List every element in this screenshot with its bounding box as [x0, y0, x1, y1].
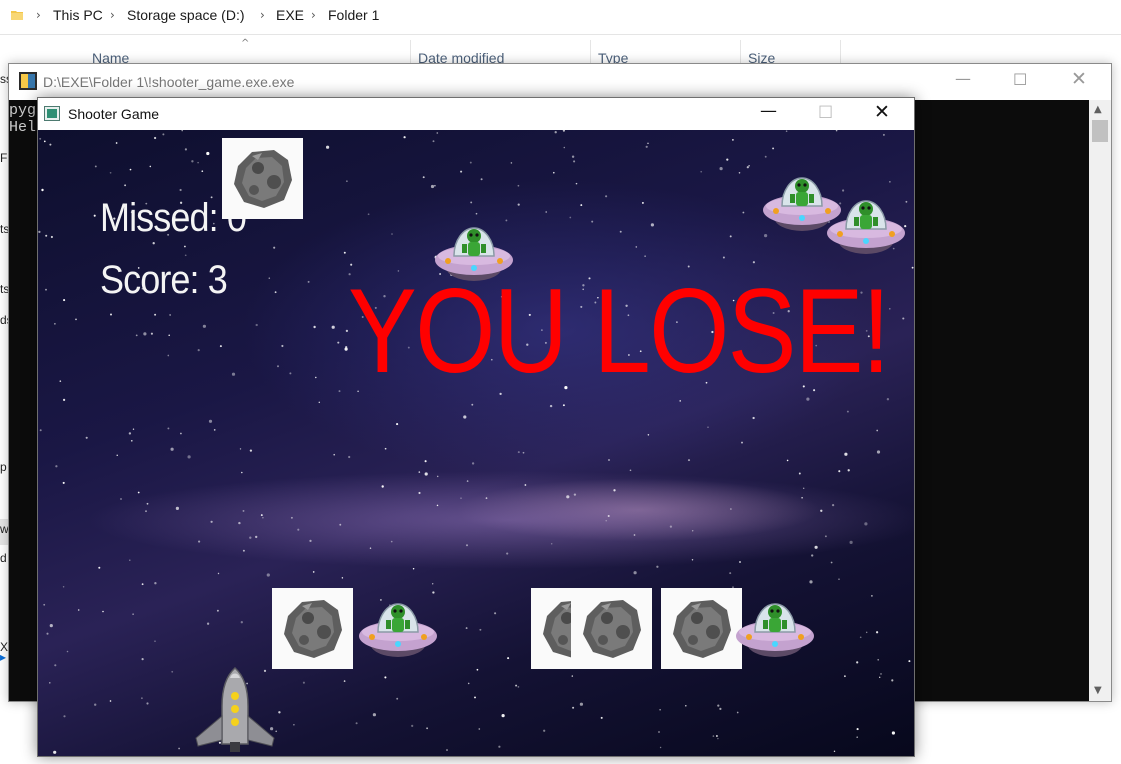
- nav-fragment[interactable]: X: [0, 640, 8, 654]
- folder-icon: [11, 11, 23, 20]
- chevron-right-icon[interactable]: ›: [36, 8, 41, 22]
- nav-fragment[interactable]: F: [0, 151, 7, 165]
- scrollbar[interactable]: ▲ ▼: [1089, 100, 1111, 701]
- maximize-icon[interactable]: ☐: [1013, 70, 1027, 89]
- chevron-right-icon[interactable]: ›: [260, 8, 265, 22]
- game-window-title: Shooter Game: [68, 106, 160, 122]
- breadcrumb-storage[interactable]: Storage space (D:): [127, 7, 245, 23]
- minimize-icon[interactable]: —: [760, 101, 777, 121]
- scroll-down-icon[interactable]: ▼: [1094, 685, 1102, 696]
- rocket-icon: [195, 666, 275, 752]
- minimize-icon[interactable]: —: [955, 69, 971, 88]
- breadcrumb-exe[interactable]: EXE: [276, 7, 304, 23]
- scroll-up-icon[interactable]: ▲: [1094, 104, 1102, 115]
- chevron-right-icon[interactable]: ›: [110, 8, 115, 22]
- ufo-icon: [826, 200, 906, 255]
- divider: [0, 34, 1121, 35]
- game-window: Shooter Game — ☐ ✕ Missed: 0 Score: 3 YO…: [37, 97, 915, 757]
- ufo-icon: [434, 227, 514, 282]
- close-icon[interactable]: ✕: [1071, 68, 1087, 90]
- close-icon[interactable]: ✕: [874, 101, 890, 123]
- breadcrumb-folder-1[interactable]: Folder 1: [328, 7, 379, 23]
- console-line: Hel: [9, 119, 37, 136]
- console-title: D:\EXE\Folder 1\!shooter_game.exe.exe: [43, 74, 295, 90]
- asteroid-icon: [661, 588, 742, 669]
- pygame-window-icon: [44, 106, 60, 121]
- score-counter: Score: 3: [100, 258, 228, 302]
- maximize-icon: ☐: [818, 103, 834, 123]
- nav-fragment[interactable]: p: [0, 460, 7, 474]
- breadcrumb-this-pc[interactable]: This PC: [53, 7, 103, 23]
- sort-ascending-icon: ^: [241, 38, 250, 49]
- column-divider[interactable]: [840, 40, 841, 64]
- column-divider[interactable]: [740, 40, 741, 64]
- ufo-icon: [735, 603, 815, 658]
- game-over-message: YOU LOSE!: [348, 264, 891, 398]
- nav-fragment[interactable]: d: [0, 551, 7, 565]
- chevron-right-icon[interactable]: ›: [311, 8, 316, 22]
- python-app-icon: [19, 72, 37, 90]
- asteroid-icon: [571, 588, 652, 669]
- game-canvas[interactable]: Missed: 0 Score: 3 YOU LOSE!: [38, 130, 914, 756]
- scroll-thumb[interactable]: [1092, 120, 1108, 142]
- column-divider[interactable]: [590, 40, 591, 64]
- asteroid-icon: [222, 138, 303, 219]
- column-divider[interactable]: [410, 40, 411, 64]
- address-bar: › This PC › Storage space (D:) › EXE › F…: [0, 0, 1121, 34]
- ufo-icon: [358, 603, 438, 658]
- asteroid-icon: [272, 588, 353, 669]
